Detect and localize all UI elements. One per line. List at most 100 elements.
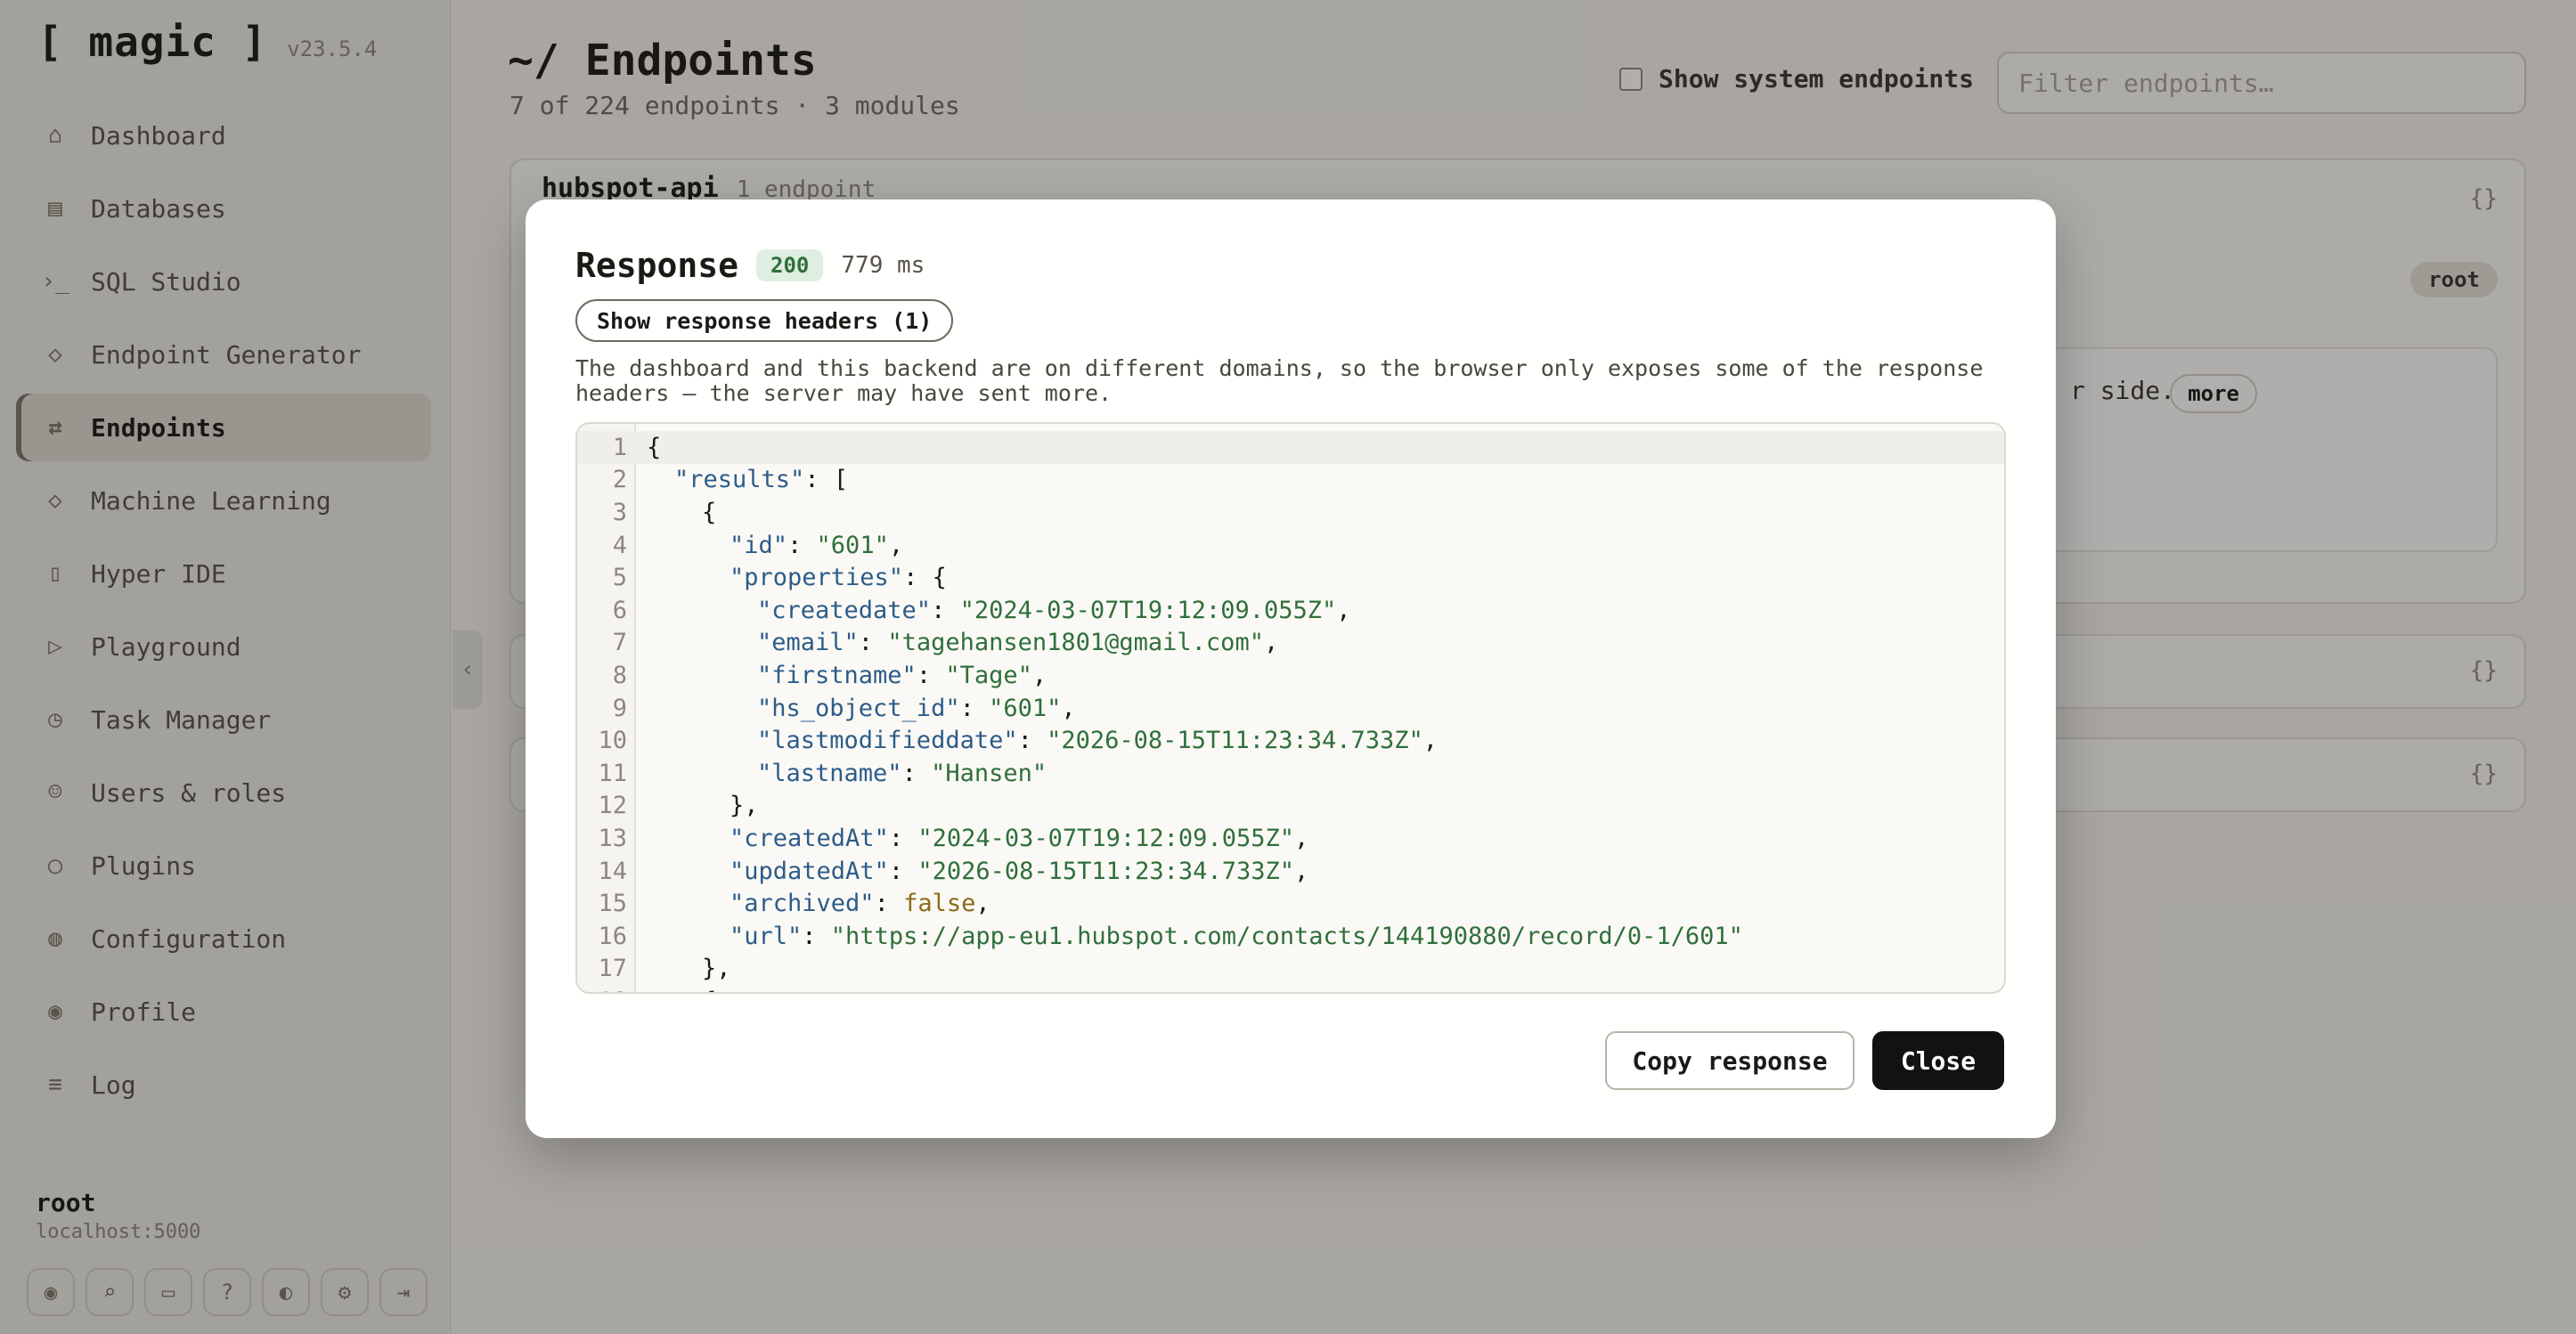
response-code-editor[interactable]: 1{2 "results": [3{4 "id": "601", 5 "properti… (575, 422, 2006, 994)
json-token: : (802, 922, 831, 950)
json-token: : (916, 661, 946, 689)
code-text: "id": "601", (730, 532, 903, 559)
json-token: : (959, 694, 990, 722)
json-token: "id" (730, 531, 788, 559)
show-headers-button[interactable]: Show response headers (1) (575, 299, 954, 342)
code-line: 14 "updatedAt": "2026-08-15T11:23:34.733Z… (577, 855, 2004, 888)
code-line: 9 "hs_object_id": "601", (577, 692, 2004, 725)
code-line: 13 "createdAt": "2024-03-07T19:12:09.055Z… (577, 822, 2004, 855)
code-line: 7 "email": "tagehansen1801@gmail.com", (577, 627, 2004, 660)
code-line: 18 { (577, 985, 2004, 992)
json-token: "results" (674, 466, 805, 494)
json-token: , (1336, 596, 1351, 624)
code-text: "results": [ (674, 466, 848, 493)
json-token: "2026-08-15T11:23:34.733Z" (1047, 727, 1423, 755)
line-number: 1 (612, 433, 627, 461)
line-number: 8 (612, 661, 627, 689)
cors-note: The dashboard and this backend are on di… (575, 355, 1984, 406)
copy-response-button[interactable]: Copy response (1605, 1031, 1855, 1090)
code-text: "email": "tagehansen1801@gmail.com", (757, 629, 1278, 656)
json-token: "2026-08-15T11:23:34.733Z" (917, 857, 1294, 885)
json-token: "Hansen" (931, 759, 1048, 787)
code-line: 1{ (577, 431, 2004, 464)
line-number: 7 (612, 629, 627, 657)
json-token: : (888, 857, 918, 885)
json-token: { (647, 433, 662, 461)
json-token: : (787, 531, 817, 559)
response-dialog: Response 200 779 ms Show response header… (526, 199, 2056, 1138)
json-token: "601" (989, 694, 1062, 722)
line-number: 18 (577, 988, 627, 992)
code-text: "updatedAt": "2026-08-15T11:23:34.733Z", (730, 858, 1308, 885)
code-text: "createdate": "2024-03-07T19:12:09.055Z"… (757, 597, 1351, 624)
code-line: 16 "url": "https://app-eu1.hubspot.com/co… (577, 920, 2004, 953)
json-token: { (702, 988, 716, 992)
json-token: "createdAt" (730, 824, 889, 852)
code-text: "hs_object_id": "601", (757, 695, 1076, 722)
code-line: 5 "properties": { (577, 561, 2004, 594)
json-token: "updatedAt" (730, 857, 889, 885)
line-number: 3 (612, 498, 627, 526)
response-time: 779 ms (841, 252, 925, 279)
json-token: , (975, 890, 990, 918)
json-token: , (1423, 727, 1439, 755)
json-token: , (888, 531, 904, 559)
json-token: "archived" (730, 890, 875, 918)
json-token: "lastmodifieddate" (757, 727, 1018, 755)
line-number: 13 (598, 824, 627, 852)
code-line: 17}, (577, 953, 2004, 986)
json-token: : (901, 759, 932, 787)
code-line: 12}, (577, 790, 2004, 823)
code-text: "lastname": "Hansen" (757, 760, 1047, 787)
code-text: "properties": { (730, 564, 947, 591)
json-token: , (1061, 694, 1076, 722)
json-token: : [ (804, 466, 849, 494)
json-token: : (888, 824, 918, 852)
json-token: "2024-03-07T19:12:09.055Z" (959, 596, 1337, 624)
json-token: , (1263, 629, 1279, 657)
code-line: 15 "archived": false, (577, 887, 2004, 920)
json-token: "url" (730, 922, 803, 950)
code-text: }, (702, 955, 731, 982)
line-number: 2 (612, 466, 627, 494)
code-text: }, (730, 792, 759, 819)
json-token: "Tage" (945, 661, 1032, 689)
json-token: "lastname" (757, 759, 902, 787)
line-number: 4 (612, 531, 627, 559)
json-token: "2024-03-07T19:12:09.055Z" (917, 824, 1294, 852)
code-line: 8 "firstname": "Tage", (577, 659, 2004, 692)
code-text: "url": "https://app-eu1.hubspot.com/cont… (730, 923, 1743, 950)
line-number: 17 (598, 955, 627, 983)
line-number: 6 (612, 596, 627, 624)
json-token: : (1017, 727, 1048, 755)
json-token: "properties" (730, 564, 904, 592)
json-token: , (1293, 824, 1309, 852)
line-number: 5 (612, 564, 627, 592)
json-token: }, (730, 792, 759, 820)
code-text: { (702, 988, 716, 992)
json-token: : (858, 629, 888, 657)
json-token: : (931, 596, 960, 624)
json-token: }, (702, 955, 731, 983)
json-token: "createdate" (757, 596, 932, 624)
json-token: "firstname" (757, 661, 917, 689)
json-token: "email" (757, 629, 859, 657)
line-number: 14 (598, 857, 627, 885)
code-line: 6 "createdate": "2024-03-07T19:12:09.055Z… (577, 594, 2004, 627)
status-badge: 200 (756, 249, 824, 281)
json-token: : { (903, 564, 947, 592)
json-token: "https://app-eu1.hubspot.com/contacts/14… (830, 922, 1743, 950)
code-text: "firstname": "Tage", (757, 662, 1047, 689)
json-token: false (903, 890, 976, 918)
close-button[interactable]: Close (1872, 1031, 2004, 1090)
line-number: 15 (598, 890, 627, 918)
json-token: { (702, 498, 717, 526)
line-number: 12 (598, 792, 627, 820)
code-line: 11 "lastname": "Hansen" (577, 757, 2004, 790)
code-text: { (702, 499, 716, 526)
json-token: "601" (816, 531, 889, 559)
code-text: "archived": false, (730, 890, 990, 917)
dialog-title: Response (575, 246, 739, 285)
line-number: 10 (598, 727, 627, 755)
code-line: 4 "id": "601", (577, 529, 2004, 562)
